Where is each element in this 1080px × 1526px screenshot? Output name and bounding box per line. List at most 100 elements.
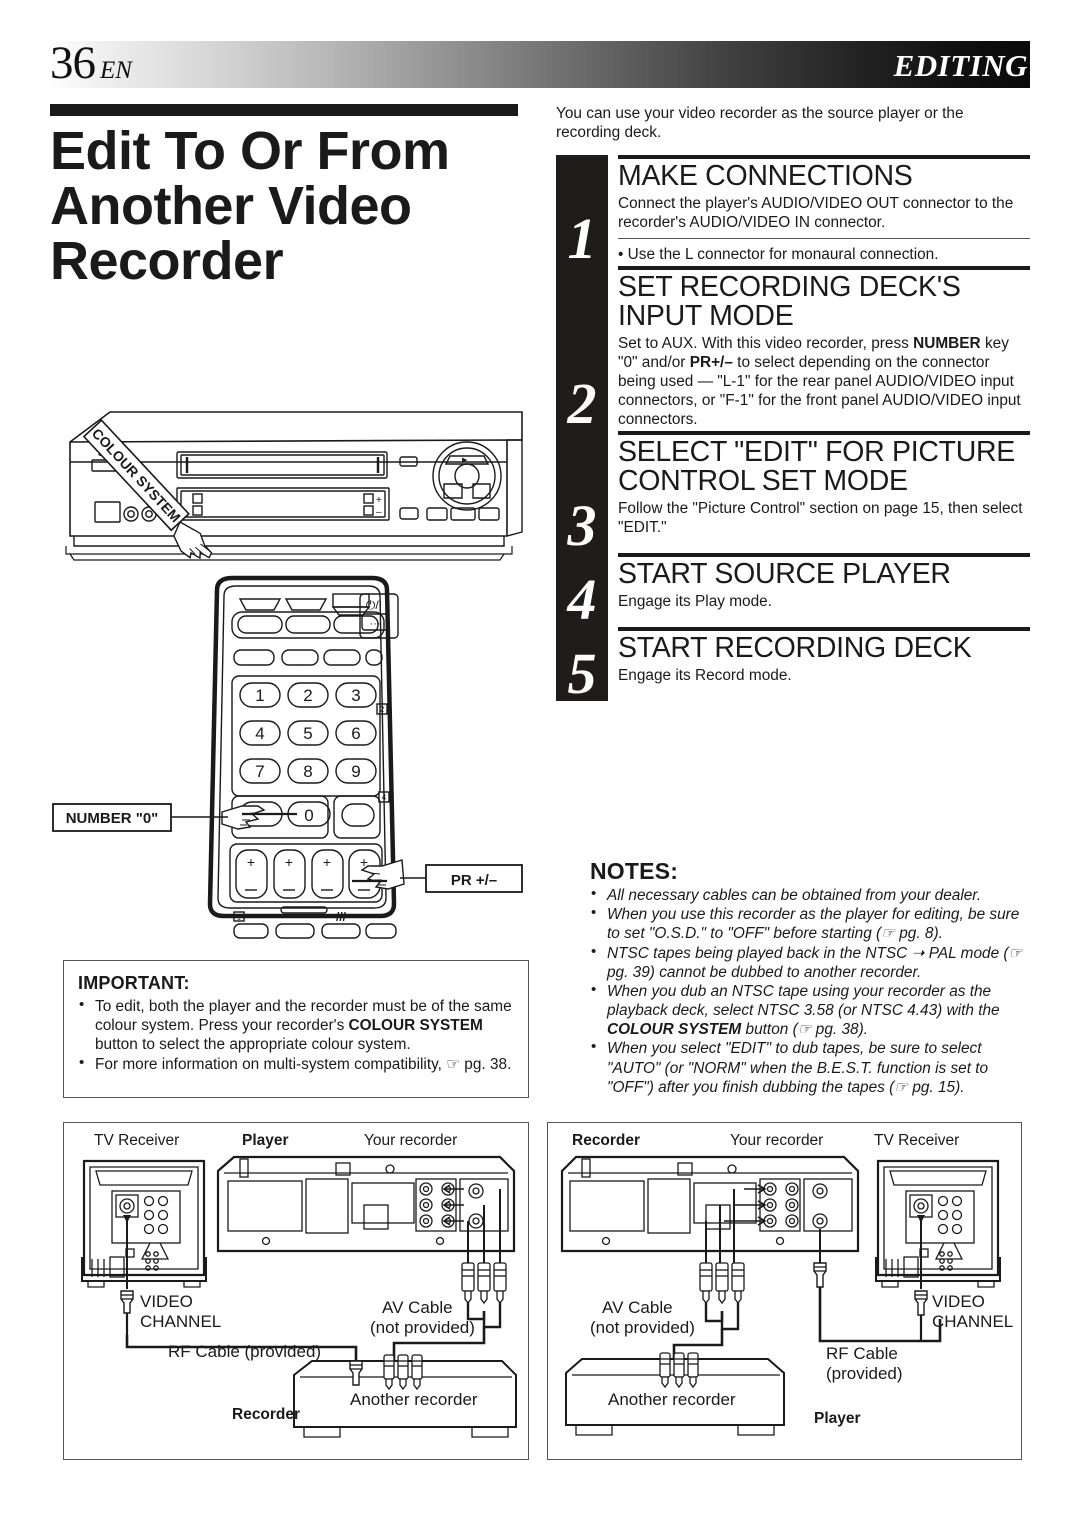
step-heading: START SOURCE PLAYER [618,557,951,590]
step-number: 1 [567,205,597,271]
step-number: 2 [567,370,597,436]
svg-text:⏻/I: ⏻/I [366,598,382,612]
step-heading: SET RECORDING DECK'S INPUT MODE [618,270,961,332]
diag-left-another-recorder-label: Another recorder [350,1390,478,1409]
diag-left-avcable-label: AV Cable [382,1298,453,1317]
step-body: START RECORDING DECK Engage its Record m… [608,627,1030,701]
svg-text:+: + [376,495,382,506]
step-4: 4 START SOURCE PLAYER Engage its Play mo… [556,552,1030,633]
step-rule [618,430,1030,435]
right-column: You can use your video recorder as the s… [556,104,1030,707]
step-5: 5 START RECORDING DECK Engage its Record… [556,627,1030,707]
language-code: EN [100,57,132,84]
important-title: IMPORTANT: [78,973,190,993]
diag-right-avcable-label: AV Cable [602,1298,673,1317]
svg-text:2: 2 [303,686,312,705]
step-text: Connect the player's AUDIO/VIDEO OUT con… [618,194,1014,231]
svg-text:+: + [285,854,293,870]
intro-text: You can use your video recorder as the s… [556,105,964,142]
manual-page: 36 EN EDITING Edit To Or From Another Vid… [0,0,1080,1526]
step-rule [618,265,1030,270]
callout-number-zero-label: NUMBER "0" [66,810,159,827]
diag-right-video-label: VIDEO [932,1292,985,1311]
page-number-value: 36 [50,37,96,89]
svg-text:5: 5 [303,724,312,743]
step-body: MAKE CONNECTIONS Connect the player's AU… [608,154,1030,266]
svg-text:···: ··· [370,618,381,630]
diag-left-video-label: VIDEO [140,1292,193,1311]
step-heading: SELECT "EDIT" FOR PICTURE CONTROL SET MO… [618,435,1016,497]
your-recorder-rear-panel [560,1155,860,1253]
diag-left-channel-label: CHANNEL [140,1312,221,1331]
step-rule [618,552,1030,557]
step-body: SET RECORDING DECK'S INPUT MODE Set to A… [608,265,1030,431]
diag-left-your-recorder-label: Your recorder [364,1132,457,1149]
step-number: 3 [567,492,597,558]
svg-text:2: 2 [380,705,385,714]
page-number: 36 EN [50,36,132,90]
title-rule [50,104,518,116]
diag-left-player-label: Player [242,1132,289,1149]
svg-text:9: 9 [351,762,360,781]
left-column: Edit To Or From Another Video Recorder [50,104,540,289]
important-item: To edit, both the player and the recorde… [78,996,514,1054]
step-heading: START RECORDING DECK [618,632,972,665]
remote-key-0: 0 [304,806,313,825]
vcr-and-remote-illustration: JVC ▶ [52,404,544,944]
note-item: All necessary cables can be obtained fro… [590,885,1035,905]
important-item: For more information on multi-system com… [78,1054,514,1074]
diag-right-recorder-label: Recorder [572,1132,640,1149]
step-text: Set to AUX. With this video recorder, pr… [618,334,1021,428]
svg-text:4: 4 [382,793,387,802]
step-number-bar: 5 [556,627,608,707]
step-text: Follow the "Picture Control" section on … [618,499,1023,536]
svg-text:1: 1 [237,915,241,922]
svg-text:▶: ▶ [462,457,468,464]
diag-right-tv-label: TV Receiver [874,1132,959,1149]
diag-right-another-recorder-label: Another recorder [608,1390,736,1409]
notes-section: NOTES: All necessary cables can be obtai… [590,858,1035,1097]
step-1: 1 MAKE CONNECTIONS Connect the player's … [556,154,1030,271]
player-rear-panel [216,1155,516,1253]
step-text: Engage its Record mode. [618,667,792,685]
step-number-bar: 1 [556,154,608,271]
remote-keypad: 1 2 3 4 5 6 7 8 9 [239,682,377,784]
svg-text:7: 7 [255,762,264,781]
important-box: IMPORTANT: To edit, both the player and … [63,960,529,1098]
svg-text:8: 8 [303,762,312,781]
callout-pr-label: PR +/– [451,872,497,889]
step-heading: MAKE CONNECTIONS [618,159,913,192]
svg-text:///: /// [336,910,347,924]
svg-text:3: 3 [351,686,360,705]
diag-left-tv-label: TV Receiver [94,1132,179,1149]
diag-left-notprovided-label: (not provided) [370,1318,475,1337]
diag-right-role-label: Player [814,1410,861,1427]
step-3: 3 SELECT "EDIT" FOR PICTURE CONTROL SET … [556,430,1030,558]
svg-text:+: + [247,854,255,870]
header-gradient-band [45,41,1030,88]
step-2: 2 SET RECORDING DECK'S INPUT MODE Set to… [556,265,1030,436]
svg-text:1: 1 [255,686,264,705]
svg-text:4: 4 [255,724,264,743]
step-number: 4 [567,567,597,633]
svg-text:–: – [376,507,382,518]
diag-right-your-recorder-label: Your recorder [730,1132,823,1149]
note-item: NTSC tapes being played back in the NTSC… [590,943,1035,982]
step-text: Engage its Play mode. [618,593,772,611]
av-plug-bottom-left [383,1354,423,1391]
diag-right-rfcable1-label: RF Cable [826,1344,898,1363]
step-rule [618,627,1030,632]
note-item: When you use this recorder as the player… [590,904,1035,943]
step-number: 5 [567,641,597,707]
step-number-bar: 3 [556,430,608,558]
diag-left-rfcable-label: RF Cable (provided) [168,1342,321,1361]
step-number-bar: 2 [556,265,608,436]
note-item: When you select "EDIT" to dub tapes, be … [590,1038,1035,1097]
step-number-bar: 4 [556,552,608,633]
note-item: When you dub an NTSC tape using your rec… [590,981,1035,1040]
step-body: START SOURCE PLAYER Engage its Play mode… [608,552,1030,627]
svg-text:6: 6 [351,724,360,743]
